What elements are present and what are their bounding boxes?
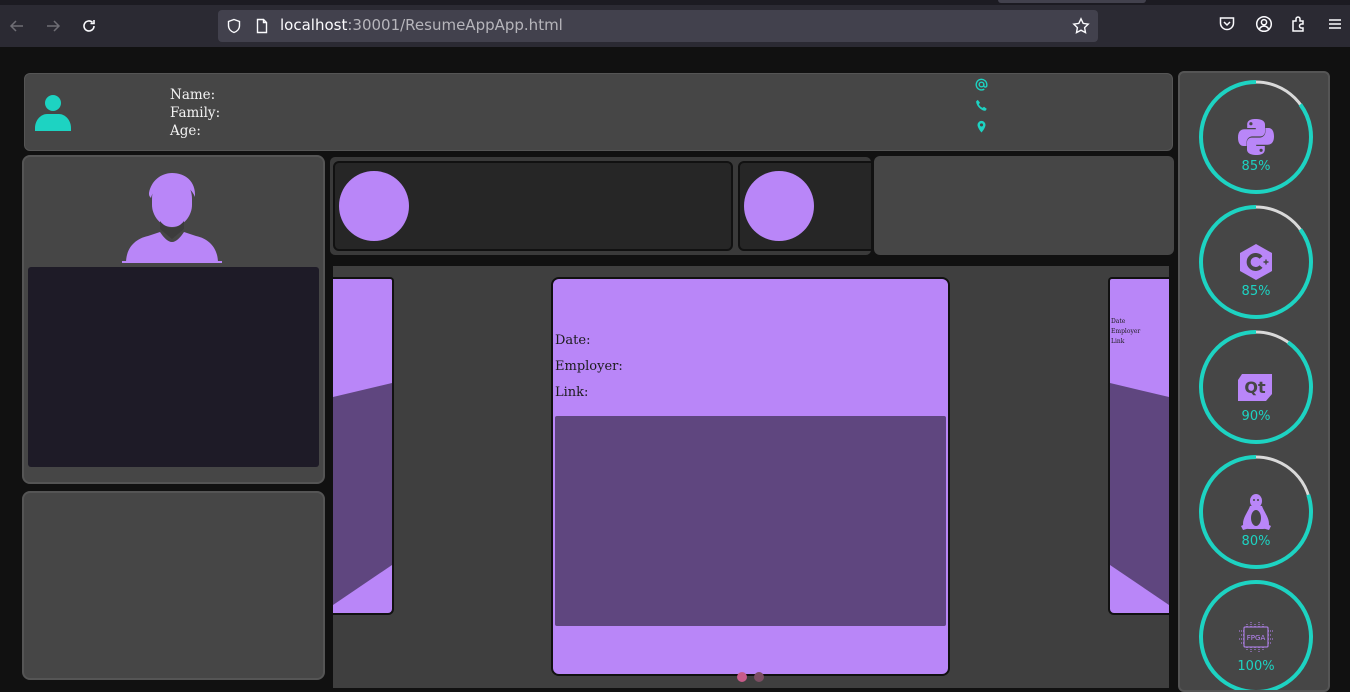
qt-icon: Qt — [1238, 374, 1272, 401]
skill-percent: 100% — [1237, 659, 1275, 674]
menu-icon[interactable] — [1326, 15, 1344, 33]
personal-info-header: Name: Family: Age: — [24, 73, 1173, 151]
side-card-shape — [333, 383, 392, 605]
python-icon — [1238, 119, 1274, 155]
carousel-pagination — [737, 672, 764, 682]
pocket-icon[interactable] — [1218, 15, 1236, 33]
arrow-right-icon — [47, 20, 61, 32]
info-card[interactable] — [738, 161, 871, 251]
fpga-icon-text: FPGA — [1247, 634, 1266, 642]
contact-icons — [975, 78, 991, 141]
phone-icon — [976, 99, 987, 111]
carousel-side-card-left[interactable] — [333, 277, 394, 615]
side-card-fields: Date Employer Link — [1111, 317, 1140, 347]
user-icon — [35, 95, 71, 131]
skill-linux: 80% — [1198, 454, 1314, 570]
tab-strip — [0, 0, 1350, 5]
reload-icon — [83, 20, 95, 32]
lower-left-panel — [22, 491, 325, 680]
personal-labels: Name: Family: Age: — [170, 86, 220, 140]
page-icon[interactable] — [254, 18, 270, 34]
info-card[interactable] — [333, 161, 733, 251]
skill-fpga: FPGA 100% — [1198, 579, 1314, 690]
account-icon[interactable] — [1255, 15, 1273, 33]
pagination-dot[interactable] — [754, 672, 764, 682]
cplusplus-icon — [1240, 244, 1272, 280]
side-date-label: Date — [1111, 318, 1126, 325]
active-tab-indicator[interactable] — [998, 0, 1146, 3]
profile-panel — [22, 155, 325, 484]
employer-label: Employer: — [555, 359, 623, 374]
pagination-dot-active[interactable] — [737, 672, 747, 682]
browser-toolbar: localhost:30001/ResumeAppApp.html — [0, 0, 1350, 47]
bookmark-star-icon[interactable] — [1072, 17, 1090, 35]
extensions-icon[interactable] — [1290, 15, 1308, 33]
bio-box — [28, 267, 319, 467]
profile-avatar-icon — [122, 173, 222, 263]
skill-percent: 90% — [1241, 409, 1271, 424]
forward-button[interactable] — [40, 13, 66, 39]
url-text[interactable]: localhost:30001/ResumeAppApp.html — [280, 16, 563, 34]
experience-description — [555, 416, 946, 626]
skill-percent: 80% — [1241, 534, 1271, 549]
side-employer-label: Employer — [1111, 328, 1141, 335]
skill-cplusplus: 85% — [1198, 204, 1314, 320]
address-bar[interactable]: localhost:30001/ResumeAppApp.html — [218, 10, 1098, 42]
age-label: Age: — [170, 123, 201, 139]
experience-card[interactable]: Date: Employer: Link: — [551, 277, 950, 676]
shield-icon[interactable] — [226, 18, 242, 34]
education-cards-row[interactable] — [330, 157, 871, 255]
at-sign-icon — [975, 78, 988, 91]
url-path: :30001/ResumeAppApp.html — [347, 16, 563, 34]
arrow-left-icon — [9, 20, 23, 32]
fpga-icon: FPGA — [1239, 622, 1273, 652]
resume-page: Name: Family: Age: Date: Employer: Link:… — [0, 47, 1350, 692]
linux-icon — [1241, 494, 1271, 530]
skills-panel: 85% 85% Qt 90% 80% FPGA 100% — [1178, 71, 1330, 692]
family-label: Family: — [170, 105, 221, 121]
skill-percent: 85% — [1241, 159, 1271, 174]
reload-button[interactable] — [76, 13, 102, 39]
experience-fields: Date: Employer: Link: — [555, 328, 623, 406]
card-avatar-circle — [744, 171, 814, 241]
location-pin-icon — [977, 120, 986, 133]
name-label: Name: — [170, 87, 216, 103]
skill-qt: Qt 90% — [1198, 329, 1314, 445]
experience-carousel[interactable]: Date: Employer: Link: Date Employer Link — [333, 266, 1169, 688]
link-label[interactable]: Link: — [555, 380, 623, 406]
svg-text:Qt: Qt — [1244, 378, 1266, 397]
top-right-panel — [874, 156, 1174, 255]
side-link-label: Link — [1111, 338, 1125, 345]
skill-percent: 85% — [1241, 284, 1271, 299]
carousel-side-card-right[interactable]: Date Employer Link — [1108, 277, 1169, 615]
skill-python: 85% — [1198, 79, 1314, 195]
url-host: localhost — [280, 16, 348, 34]
date-label: Date: — [555, 333, 591, 348]
card-avatar-circle — [339, 171, 409, 241]
back-button[interactable] — [4, 13, 30, 39]
